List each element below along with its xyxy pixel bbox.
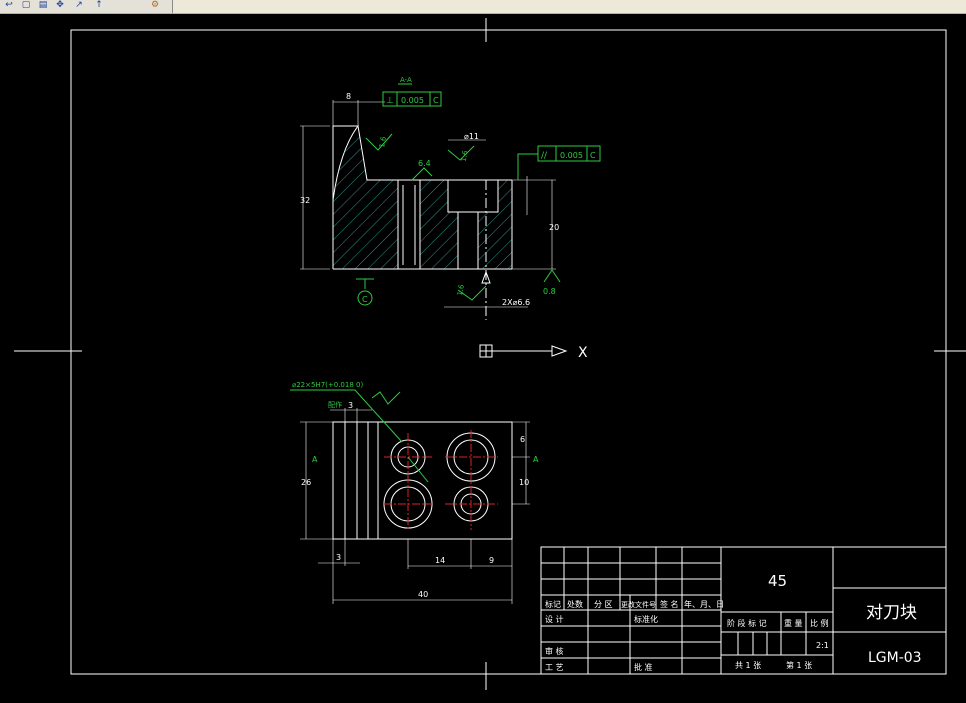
- toolbar: ↩ ▢ ▤ ✥ ↗ ↑ ⚙: [0, 0, 966, 14]
- hdr-date: 年、月、日: [684, 599, 724, 609]
- save-icon[interactable]: ▢: [19, 0, 33, 11]
- dim-10: 10: [519, 478, 529, 487]
- perp-value: 0.005: [401, 96, 424, 105]
- roughness-symbol-4: [543, 269, 561, 283]
- move-icon[interactable]: ✥: [53, 0, 67, 11]
- approve-label: 批 准: [634, 662, 653, 672]
- dim-32: 32: [300, 196, 310, 205]
- drawing-canvas[interactable]: 32 8 ⌀11 20 2X⌀6.6 ⊥ 0.005 C A-A // 0.00…: [0, 14, 966, 699]
- section-view: 32 8 ⌀11 20 2X⌀6.6 ⊥ 0.005 C A-A // 0.00…: [300, 76, 601, 320]
- perp-datum: C: [433, 96, 439, 105]
- ucs-icon: X: [479, 344, 588, 361]
- cad-drawing: 32 8 ⌀11 20 2X⌀6.6 ⊥ 0.005 C A-A // 0.00…: [14, 18, 966, 690]
- dim-6: 6: [520, 435, 525, 444]
- hdr-sign: 签 名: [660, 599, 679, 609]
- parallel-datum: C: [590, 151, 596, 160]
- sheet-number: 第 1 张: [786, 660, 812, 670]
- standardize-label: 标准化: [634, 614, 658, 624]
- dim-20: 20: [549, 223, 559, 232]
- weight-label: 重 量: [784, 618, 803, 628]
- parallel-symbol: //: [541, 151, 548, 161]
- x-axis-label: X: [578, 345, 588, 361]
- toolbar-button-group: ↩ ▢ ▤ ✥ ↗ ↑ ⚙: [0, 0, 173, 13]
- dim-3-left: 3: [336, 553, 341, 562]
- roughness-symbol-2: [411, 167, 433, 181]
- dim-26: 26: [301, 478, 311, 487]
- hdr-change-file: 更改文件号: [621, 600, 656, 609]
- cut-a-right: A: [533, 455, 539, 464]
- dim-2x66: 2X⌀6.6: [502, 298, 530, 307]
- hdr-zone: 分 区: [594, 600, 613, 609]
- title-block-text: 45 对刀块 LGM-03 2:1 标记 处数 分 区 更改文件号 签 名 年、…: [545, 572, 922, 672]
- hdr-mark: 标记: [545, 599, 561, 609]
- hole-callout: ⌀22×5H7(+0.018 0): [292, 381, 363, 389]
- drawing-frame: [70, 29, 947, 675]
- dim-14: 14: [435, 556, 445, 565]
- parallel-value: 0.005: [560, 151, 583, 160]
- scale-value: 2:1: [816, 641, 829, 650]
- roughness-1: 1.6: [378, 135, 388, 148]
- dim-8: 8: [346, 92, 351, 101]
- dim-40: 40: [418, 590, 428, 599]
- section-label: A-A: [400, 76, 412, 84]
- dimension-icon[interactable]: ↗: [72, 0, 86, 11]
- design-label: 设 计: [545, 614, 564, 624]
- sheets-total: 共 1 张: [735, 661, 761, 670]
- undo-icon[interactable]: ↩: [2, 0, 16, 11]
- roughness-3: 1.6: [460, 149, 470, 162]
- dim-11: ⌀11: [464, 132, 479, 141]
- open-icon[interactable]: ▤: [36, 0, 50, 11]
- drawing-number: LGM-03: [868, 650, 922, 666]
- dim-3-top: 3: [348, 401, 353, 410]
- plugin-icon[interactable]: ⚙: [148, 0, 162, 11]
- chamfer-label: 配作: [328, 400, 342, 409]
- datum-c: C: [362, 295, 368, 304]
- process-label: 工 艺: [545, 663, 564, 672]
- plan-view: 26 A A 6 10 3 14 9 40 3 配作 ⌀22×5H7(+0.01…: [290, 381, 539, 604]
- part-name: 对刀块: [866, 603, 917, 623]
- stage-label: 阶 段 标 记: [727, 618, 767, 628]
- review-label: 审 核: [545, 646, 564, 656]
- ratio-label: 比 例: [810, 618, 829, 628]
- perp-symbol: ⊥: [386, 96, 394, 106]
- roughness-4: 0.8: [543, 287, 556, 296]
- roughness-2: 6.4: [418, 159, 431, 168]
- cut-a-left: A: [312, 455, 318, 464]
- dim-9: 9: [489, 556, 494, 565]
- hdr-count: 处数: [567, 599, 583, 609]
- material: 45: [768, 572, 787, 590]
- pointer-icon[interactable]: ↑: [92, 0, 106, 11]
